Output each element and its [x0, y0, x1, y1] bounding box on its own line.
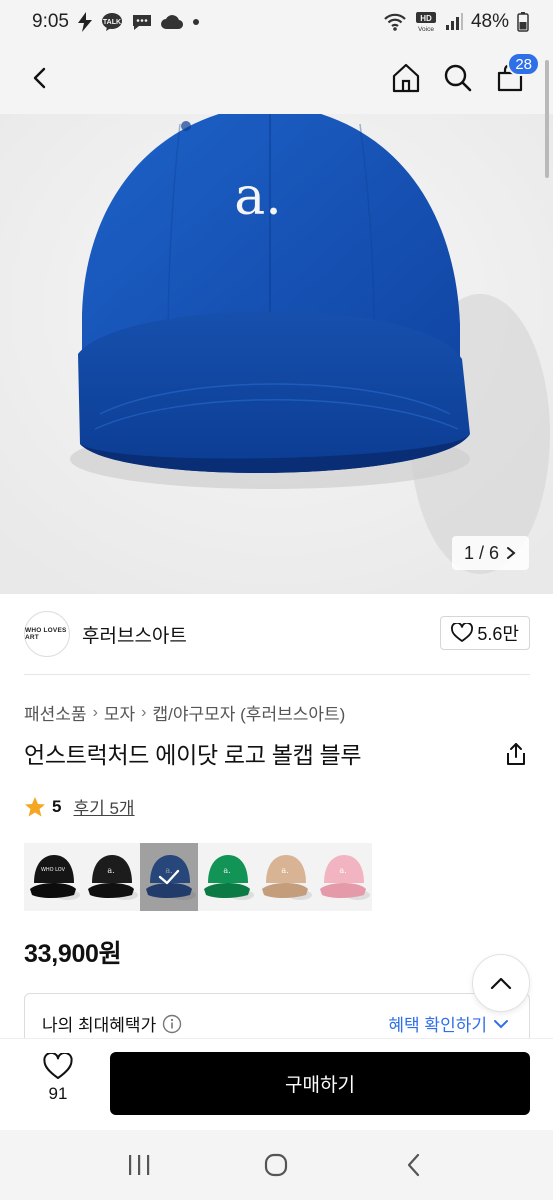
wifi-icon — [383, 12, 407, 32]
image-counter[interactable]: 1 / 6 — [451, 536, 529, 570]
swatch-label: WHO LOV — [41, 867, 66, 873]
back-nav-button[interactable] — [384, 1135, 444, 1195]
chevron-left-icon — [33, 67, 46, 89]
brand-row[interactable]: WHO LOVES ART 후러브스아트 5.6만 — [24, 606, 530, 662]
heart-icon — [43, 1053, 73, 1079]
dot-icon — [191, 17, 201, 27]
purchase-bar: 91 구매하기 — [0, 1038, 553, 1130]
benefit-label: 나의 최대혜택가 — [42, 1016, 157, 1035]
color-option-black[interactable]: a. — [82, 843, 140, 911]
color-option-black-text[interactable]: WHO LOV — [24, 843, 82, 911]
benefit-action: 혜택 확인하기 — [388, 1016, 487, 1035]
breadcrumb-item-3[interactable]: 캡/야구모자 (후러브스아트) — [153, 700, 346, 725]
battery-icon — [517, 12, 529, 32]
swatch-image: a. — [320, 855, 370, 900]
system-nav-bar — [0, 1130, 553, 1200]
chevron-down-icon — [494, 1019, 508, 1028]
kakaotalk-icon: TALK — [101, 12, 123, 32]
chevron-right-icon — [507, 547, 516, 559]
share-button[interactable] — [500, 738, 532, 770]
voice-badge: Voice — [418, 26, 434, 33]
battery-percent: 48% — [470, 11, 509, 32]
back-arrow-icon — [408, 1153, 420, 1177]
recent-apps-icon — [128, 1155, 150, 1175]
product-title: 언스트럭처드 에이닷 로고 볼캡 블루 — [24, 742, 362, 768]
chevron-up-icon — [490, 977, 512, 990]
product-image: a. — [0, 114, 553, 594]
swatch-image: a. — [262, 855, 312, 900]
wishlist-button[interactable]: 91 — [30, 1053, 86, 1104]
app-header: 28 — [0, 44, 553, 114]
swatch-image: a. — [204, 855, 254, 900]
signal-icon — [445, 13, 463, 31]
swatch-label: a. — [223, 866, 230, 875]
color-option-pink[interactable]: a. — [314, 843, 372, 911]
star-icon — [25, 796, 45, 816]
search-button[interactable] — [438, 58, 478, 98]
home-circle-icon — [265, 1153, 288, 1177]
breadcrumb-item-2[interactable]: 모자 — [104, 700, 135, 725]
product-price: 33,900원 — [24, 940, 122, 968]
image-counter-text: 1 / 6 — [463, 542, 499, 563]
divider — [24, 674, 530, 675]
buy-button[interactable]: 구매하기 — [110, 1052, 530, 1115]
chat-icon — [131, 12, 153, 32]
swatch-label: a. — [107, 866, 114, 875]
check-icon — [158, 869, 180, 885]
swatch-image: WHO LOV — [30, 855, 80, 900]
cart-count-badge: 28 — [507, 52, 540, 76]
chevron-right-icon: › — [92, 703, 98, 721]
color-option-beige[interactable]: a. — [256, 843, 314, 911]
scrollbar[interactable] — [545, 60, 549, 178]
review-count-link[interactable]: 후기 5개 — [73, 794, 134, 819]
brand-name[interactable]: 후러브스아트 — [82, 621, 187, 648]
swatch-label: a. — [339, 866, 346, 875]
share-icon — [507, 743, 525, 765]
breadcrumb-item-1[interactable]: 패션소품 — [24, 700, 87, 725]
status-time: 9:05 — [32, 11, 69, 32]
breadcrumb: 패션소품 › 모자 › 캡/야구모자 (후러브스아트) — [24, 700, 345, 725]
status-right: HD Voice 48% — [383, 11, 529, 33]
hd-badge: HD — [420, 14, 432, 23]
home-nav-button[interactable] — [246, 1135, 306, 1195]
rating-row: 5 후기 5개 — [24, 794, 135, 819]
recent-apps-button[interactable] — [109, 1135, 169, 1195]
color-option-green[interactable]: a. — [198, 843, 256, 911]
swatch-image: a. — [88, 855, 138, 900]
talk-badge: TALK — [103, 19, 121, 26]
heart-icon — [451, 623, 474, 642]
scroll-to-top-button[interactable] — [472, 954, 530, 1012]
status-left: 9:05 TALK — [32, 11, 201, 33]
brand-like-count: 5.6만 — [477, 624, 519, 644]
home-button[interactable] — [386, 58, 426, 98]
product-image-gallery[interactable]: a. 1 / 6 — [0, 114, 553, 594]
hat-logo-text: a. — [234, 167, 282, 227]
cart-button[interactable]: 28 — [490, 52, 540, 98]
wishlist-count: 91 — [48, 1084, 68, 1103]
back-button[interactable] — [20, 58, 60, 98]
brand-logo[interactable]: WHO LOVES ART — [24, 611, 70, 657]
benefit-label-group: 나의 최대혜택가 — [42, 1011, 182, 1036]
swatch-label: a. — [281, 866, 288, 875]
color-options: WHO LOV a. a. a. a. a. — [24, 843, 372, 911]
home-icon — [392, 63, 420, 93]
search-icon — [444, 64, 472, 92]
bolt-icon — [77, 12, 93, 32]
hd-voice-icon: HD Voice — [415, 11, 437, 33]
benefit-check-link[interactable]: 혜택 확인하기 — [388, 1011, 509, 1036]
brand-like-button[interactable]: 5.6만 — [440, 616, 530, 650]
cloud-icon — [161, 14, 183, 30]
status-bar: 9:05 TALK HD Voice 48% — [0, 0, 553, 44]
color-option-blue[interactable]: a. — [140, 843, 198, 911]
rating-score: 5 — [52, 796, 62, 816]
info-icon[interactable] — [162, 1014, 182, 1034]
chevron-right-icon: › — [141, 703, 147, 721]
